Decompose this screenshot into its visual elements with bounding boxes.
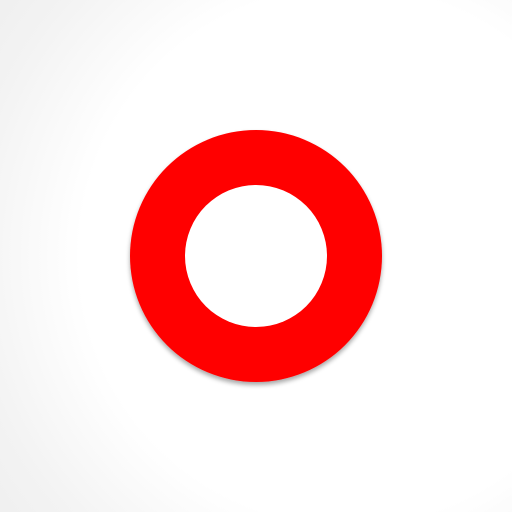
background-canvas (0, 0, 512, 512)
ring-inner-hole (185, 185, 327, 327)
red-ring-icon (130, 130, 382, 382)
